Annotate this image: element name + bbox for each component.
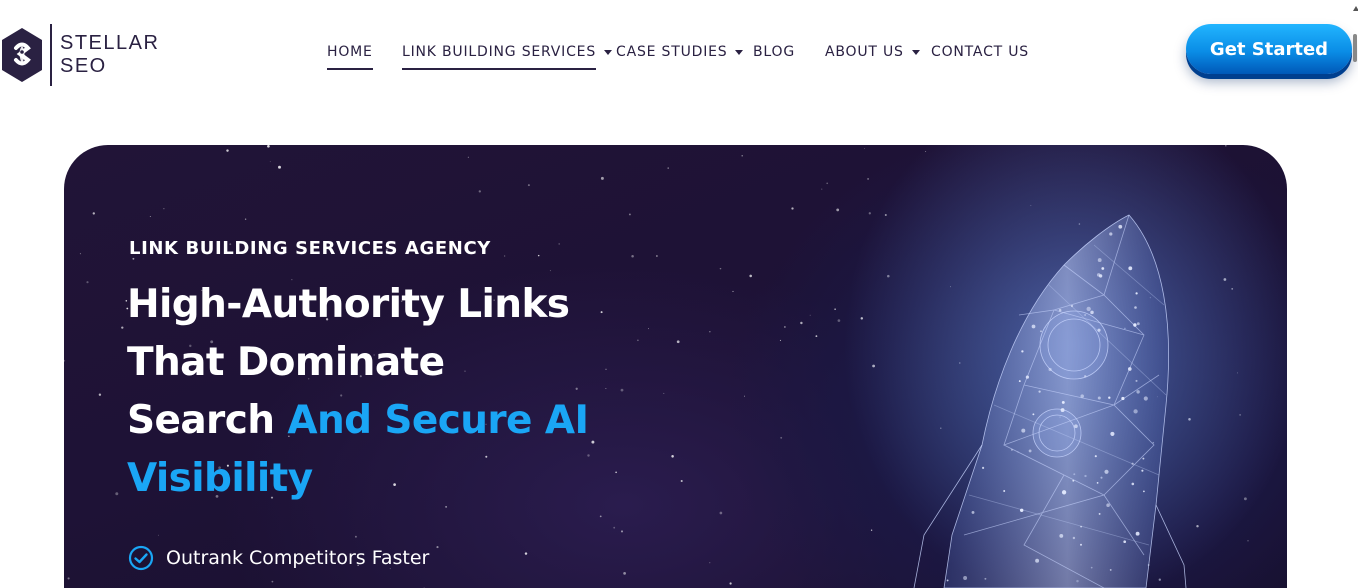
nav-item-label: LINK BUILDING SERVICES bbox=[402, 44, 597, 70]
site-header: STELLAR SEO HOME LINK BUILDING SERVICES … bbox=[0, 0, 1358, 108]
scrollbar-thumb[interactable] bbox=[1353, 34, 1357, 62]
chevron-down-icon[interactable] bbox=[911, 50, 920, 55]
nav-item-case-studies[interactable]: CASE STUDIES bbox=[616, 44, 744, 74]
get-started-button[interactable]: Get Started bbox=[1186, 24, 1352, 74]
check-circle-icon bbox=[128, 545, 154, 571]
hero-title-line-3: Search And Secure AI bbox=[127, 392, 687, 450]
hero-eyebrow: LINK BUILDING SERVICES AGENCY bbox=[129, 238, 491, 259]
logo-link[interactable]: STELLAR SEO bbox=[0, 22, 170, 88]
hero-bullet-text: Outrank Competitors Faster bbox=[166, 547, 430, 569]
logo-rocket-icon bbox=[2, 28, 42, 82]
nav-item-label: CASE STUDIES bbox=[616, 44, 728, 60]
hero-title-line-2: That Dominate bbox=[127, 340, 445, 385]
hero-title-line-3-plain: Search bbox=[127, 398, 288, 443]
hero-title: High-Authority Links That Dominate Searc… bbox=[127, 276, 687, 508]
nav-item-blog[interactable]: BLOG bbox=[753, 44, 795, 74]
scrollbar[interactable] bbox=[1352, 0, 1358, 108]
hero-section: LINK BUILDING SERVICES AGENCY High-Autho… bbox=[64, 145, 1287, 588]
hero-title-line-1: High-Authority Links bbox=[127, 282, 570, 327]
logo-line-2: SEO bbox=[60, 55, 107, 77]
logo-line-1: STELLAR bbox=[60, 32, 160, 54]
hero-bullet: Outrank Competitors Faster bbox=[128, 545, 429, 571]
nav-item-contact-us[interactable]: CONTACT US bbox=[931, 44, 1029, 74]
nav-item-label: HOME bbox=[327, 44, 373, 70]
logo-wordmark: STELLAR SEO bbox=[60, 32, 159, 78]
nav-item-about-us[interactable]: ABOUT US bbox=[825, 44, 920, 74]
chevron-down-icon[interactable] bbox=[604, 50, 613, 55]
logo-divider bbox=[50, 24, 52, 86]
hero-title-line-4: Visibility bbox=[127, 456, 313, 501]
hero-title-line-3-accent: And Secure AI bbox=[287, 398, 589, 443]
scroll-up-icon[interactable] bbox=[1353, 6, 1358, 11]
nav-item-link-building-services[interactable]: LINK BUILDING SERVICES bbox=[402, 44, 613, 74]
nav-item-label: CONTACT US bbox=[931, 44, 1029, 60]
chevron-down-icon[interactable] bbox=[735, 50, 744, 55]
nav-item-label: BLOG bbox=[753, 44, 795, 60]
nav-item-label: ABOUT US bbox=[825, 44, 904, 60]
nav-item-home[interactable]: HOME bbox=[327, 44, 373, 74]
